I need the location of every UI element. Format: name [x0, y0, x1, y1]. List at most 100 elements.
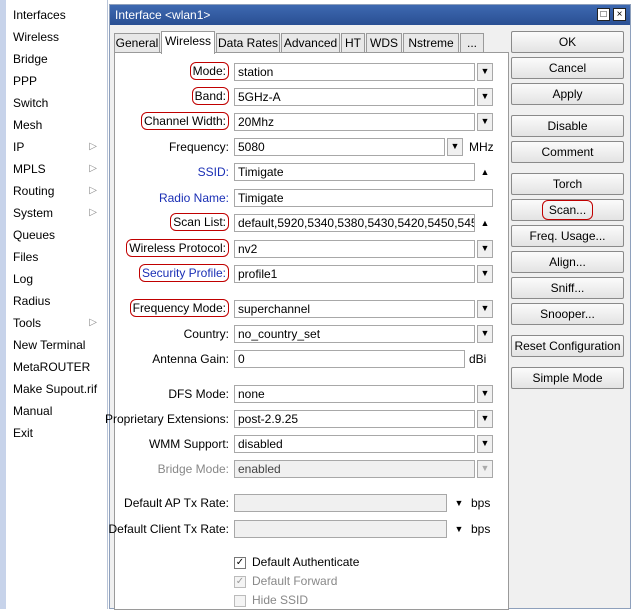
maximize-icon[interactable]: □: [597, 8, 610, 21]
wireless-protocol-select[interactable]: nv2: [234, 240, 475, 258]
default-client-tx-rate-unit: bps: [471, 522, 491, 536]
ssid-collapse-icon[interactable]: ▲: [477, 163, 493, 181]
tab-more[interactable]: ...: [460, 33, 484, 53]
tab-wireless[interactable]: Wireless: [161, 31, 215, 54]
sidebar-item-log[interactable]: Log: [0, 268, 107, 290]
scan-list-collapse-icon[interactable]: ▲: [477, 214, 493, 232]
frequency-input[interactable]: 5080: [234, 138, 445, 156]
torch-button[interactable]: Torch: [511, 173, 624, 195]
default-client-tx-rate-dropdown-icon[interactable]: ▼: [451, 520, 467, 538]
sidebar-item-label: Interfaces: [13, 8, 66, 22]
hide-ssid-checkbox: Hide SSID: [234, 593, 308, 609]
apply-button[interactable]: Apply: [511, 83, 624, 105]
ssid-input[interactable]: Timigate: [234, 163, 475, 181]
band-select[interactable]: 5GHz-A: [234, 88, 475, 106]
antenna-gain-input[interactable]: 0: [234, 350, 465, 368]
sidebar-item-interfaces[interactable]: Interfaces: [0, 4, 107, 26]
antenna-gain-label: Antenna Gain:: [152, 352, 229, 366]
sidebar-item-ppp[interactable]: PPP: [0, 70, 107, 92]
sidebar-item-label: Switch: [13, 96, 49, 110]
simple-mode-button[interactable]: Simple Mode: [511, 367, 624, 389]
dfs-mode-dropdown-icon[interactable]: ▼: [477, 385, 493, 403]
scan-list-input[interactable]: default,5920,5340,5380,5430,5420,5450,54…: [234, 214, 475, 232]
frequency-mode-select[interactable]: superchannel: [234, 300, 475, 318]
wireless-protocol-dropdown-icon[interactable]: ▼: [477, 240, 493, 258]
sidebar-item-mpls[interactable]: MPLS ▷: [0, 158, 107, 180]
submenu-arrow-icon: ▷: [89, 141, 97, 152]
disable-button[interactable]: Disable: [511, 115, 624, 137]
sidebar-item-exit[interactable]: Exit: [0, 422, 107, 444]
dfs-mode-label: DFS Mode:: [168, 387, 229, 401]
comment-button[interactable]: Comment: [511, 141, 624, 163]
sidebar-item-tools[interactable]: Tools ▷: [0, 312, 107, 334]
reset-configuration-button[interactable]: Reset Configuration: [511, 335, 624, 357]
tab-wds[interactable]: WDS: [366, 33, 402, 53]
snooper-button[interactable]: Snooper...: [511, 303, 624, 325]
submenu-arrow-icon: ▷: [89, 163, 97, 174]
channel-width-dropdown-icon[interactable]: ▼: [477, 113, 493, 131]
sidebar-item-system[interactable]: System ▷: [0, 202, 107, 224]
security-profile-dropdown-icon[interactable]: ▼: [477, 265, 493, 283]
cancel-button[interactable]: Cancel: [511, 57, 624, 79]
proprietary-extensions-select[interactable]: post-2.9.25: [234, 410, 475, 428]
sidebar-item-wireless[interactable]: Wireless: [0, 26, 107, 48]
sidebar-item-bridge[interactable]: Bridge: [0, 48, 107, 70]
wmm-support-dropdown-icon[interactable]: ▼: [477, 435, 493, 453]
frequency-mode-dropdown-icon[interactable]: ▼: [477, 300, 493, 318]
radio-name-input[interactable]: Timigate: [234, 189, 493, 207]
dfs-mode-select[interactable]: none: [234, 385, 475, 403]
sidebar-item-switch[interactable]: Switch: [0, 92, 107, 114]
sidebar-item-ip[interactable]: IP ▷: [0, 136, 107, 158]
default-ap-tx-rate-dropdown-icon[interactable]: ▼: [451, 494, 467, 512]
tab-advanced[interactable]: Advanced: [281, 33, 340, 53]
sidebar-item-label: New Terminal: [13, 338, 86, 352]
sidebar-item-new-terminal[interactable]: New Terminal: [0, 334, 107, 356]
sidebar-item-manual[interactable]: Manual: [0, 400, 107, 422]
default-authenticate-checkbox[interactable]: ✓ Default Authenticate: [234, 555, 359, 571]
sidebar-item-make-supout-rif[interactable]: Make Supout.rif: [0, 378, 107, 400]
frequency-dropdown-icon[interactable]: ▼: [447, 138, 463, 156]
scan-button[interactable]: Scan...: [511, 199, 624, 221]
sidebar-item-routing[interactable]: Routing ▷: [0, 180, 107, 202]
country-dropdown-icon[interactable]: ▼: [477, 325, 493, 343]
window-titlebar[interactable]: Interface <wlan1> □ ×: [110, 5, 630, 25]
tab-ht[interactable]: HT: [341, 33, 365, 53]
tab-nstreme[interactable]: Nstreme: [403, 33, 459, 53]
sidebar-item-metarouter[interactable]: MetaROUTER: [0, 356, 107, 378]
sidebar-item-label: Bridge: [13, 52, 48, 66]
channel-width-select[interactable]: 20Mhz: [234, 113, 475, 131]
channel-width-label: Channel Width:: [140, 112, 229, 130]
mode-dropdown-icon[interactable]: ▼: [477, 63, 493, 81]
default-authenticate-label: Default Authenticate: [252, 555, 360, 569]
sidebar-list: Interfaces Wireless Bridge PPP Switch Mesh IP ▷…: [0, 0, 107, 444]
empty-checkbox-icon: [234, 594, 246, 607]
sidebar-item-queues[interactable]: Queues: [0, 224, 107, 246]
interface-window: Interface <wlan1> □ × General Wireless D…: [105, 4, 631, 610]
align-button[interactable]: Align...: [511, 251, 624, 273]
proprietary-extensions-label: Proprietary Extensions:: [104, 412, 229, 426]
sidebar-item-label: Exit: [13, 426, 34, 440]
sidebar-item-label: IP: [13, 140, 25, 154]
default-client-tx-rate-input[interactable]: [234, 520, 447, 538]
bridge-mode-label: Bridge Mode:: [157, 462, 229, 476]
sidebar-item-label: Manual: [13, 404, 53, 418]
band-dropdown-icon[interactable]: ▼: [477, 88, 493, 106]
ok-button[interactable]: OK: [511, 31, 624, 53]
sidebar-item-label: Tools: [13, 316, 42, 330]
wmm-support-select[interactable]: disabled: [234, 435, 475, 453]
default-ap-tx-rate-input[interactable]: [234, 494, 447, 512]
country-select[interactable]: no_country_set: [234, 325, 475, 343]
sidebar-item-mesh[interactable]: Mesh: [0, 114, 107, 136]
freq-usage-button[interactable]: Freq. Usage...: [511, 225, 624, 247]
tab-general[interactable]: General: [114, 33, 160, 53]
close-icon[interactable]: ×: [613, 8, 626, 21]
mode-select[interactable]: station: [234, 63, 475, 81]
sidebar-item-files[interactable]: Files: [0, 246, 107, 268]
tab-data-rates[interactable]: Data Rates: [216, 33, 280, 53]
sidebar-item-label: Make Supout.rif: [13, 382, 98, 396]
security-profile-select[interactable]: profile1: [234, 265, 475, 283]
proprietary-extensions-dropdown-icon[interactable]: ▼: [477, 410, 493, 428]
sidebar-item-label: Mesh: [13, 118, 43, 132]
sniff-button[interactable]: Sniff...: [511, 277, 624, 299]
sidebar-item-radius[interactable]: Radius: [0, 290, 107, 312]
